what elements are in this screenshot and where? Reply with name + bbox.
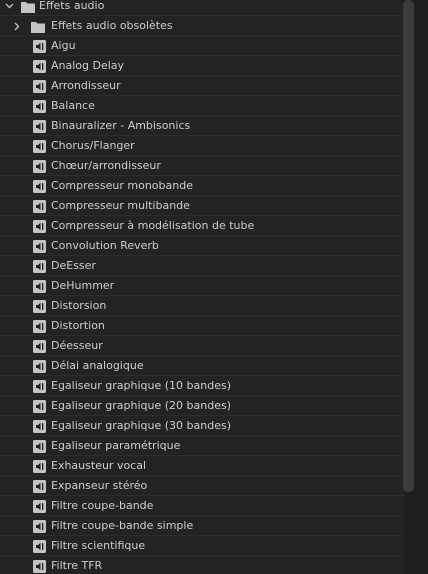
scrollbar-thumb[interactable] (403, 0, 414, 492)
audio-effect-icon (33, 320, 46, 333)
effect-label: Egaliseur graphique (20 bandes) (51, 399, 232, 412)
effect-list-item[interactable]: DeHummer (0, 276, 404, 296)
effect-list-item[interactable]: Filtre coupe-bande (0, 496, 404, 516)
effect-list-item[interactable]: Egaliseur graphique (30 bandes) (0, 416, 404, 436)
audio-effect-icon (33, 400, 46, 413)
effect-list-item[interactable]: Filtre coupe-bande simple (0, 516, 404, 536)
effect-list-item[interactable]: Chœur/arrondisseur (0, 156, 404, 176)
audio-effect-icon (33, 540, 46, 553)
audio-effect-icon (33, 60, 46, 73)
audio-effect-icon (33, 240, 46, 253)
audio-effect-icon (33, 460, 46, 473)
effect-list-item[interactable]: Binauralizer - Ambisonics (0, 116, 404, 136)
effect-label: Convolution Reverb (51, 239, 159, 252)
audio-effect-icon (33, 180, 46, 193)
effect-label: Binauralizer - Ambisonics (51, 119, 191, 132)
audio-effect-icon (33, 220, 46, 233)
audio-effect-icon (33, 80, 46, 93)
effect-label: Aigu (51, 39, 76, 52)
effect-list-item[interactable]: Egaliseur graphique (10 bandes) (0, 376, 404, 396)
audio-effect-icon (33, 300, 46, 313)
effect-label: Filtre coupe-bande (51, 499, 154, 512)
audio-effect-icon (33, 420, 46, 433)
effect-list-item[interactable]: Arrondisseur (0, 76, 404, 96)
effect-label: Chorus/Flanger (51, 139, 135, 152)
tree-folder-effets-audio[interactable]: Effets audio (0, 0, 404, 16)
effect-list-item[interactable]: DeEsser (0, 256, 404, 276)
effect-label: Expanseur stéréo (51, 479, 148, 492)
audio-effect-icon (33, 260, 46, 273)
tree-folder-effets-audio-obsoletes[interactable]: Effets audio obsolètes (0, 16, 404, 36)
effect-list-item[interactable]: Compresseur à modélisation de tube (0, 216, 404, 236)
folder-icon (31, 20, 45, 33)
effect-label: Filtre scientifique (51, 539, 146, 552)
audio-effect-icon (33, 500, 46, 513)
effect-list-item[interactable]: Distortion (0, 316, 404, 336)
effects-panel: Effets audio Effets audio obsolètes Aigu… (0, 0, 428, 574)
effect-label: Distorsion (51, 299, 107, 312)
audio-effect-icon (33, 520, 46, 533)
effect-label: Déesseur (51, 339, 103, 352)
effect-list-item[interactable]: Déesseur (0, 336, 404, 356)
chevron-down-icon[interactable] (4, 0, 14, 16)
effect-list-item[interactable]: Aigu (0, 36, 404, 56)
audio-effect-icon (33, 560, 46, 573)
chevron-right-icon[interactable] (12, 16, 22, 36)
effect-label: Filtre coupe-bande simple (51, 519, 194, 532)
audio-effect-icon (33, 100, 46, 113)
effect-list-item[interactable]: Expanseur stéréo (0, 476, 404, 496)
audio-effect-icon (33, 440, 46, 453)
effect-list: Aigu Analog Delay Arrondisseur Balance Binau… (0, 36, 404, 574)
audio-effect-icon (33, 380, 46, 393)
effect-label: Arrondisseur (51, 79, 121, 92)
effect-label: Distortion (51, 319, 105, 332)
effect-label: Egaliseur paramétrique (51, 439, 181, 452)
audio-effect-icon (33, 200, 46, 213)
effect-label: Compresseur à modélisation de tube (51, 219, 255, 232)
effect-list-item[interactable]: Délai analogique (0, 356, 404, 376)
audio-effect-icon (33, 40, 46, 53)
audio-effect-icon (33, 480, 46, 493)
effect-label: DeEsser (51, 259, 96, 272)
effect-list-item[interactable]: Filtre scientifique (0, 536, 404, 556)
tree-folder-label: Effets audio obsolètes (51, 19, 173, 32)
effect-label: Egaliseur graphique (10 bandes) (51, 379, 232, 392)
folder-icon (21, 0, 35, 13)
audio-effect-icon (33, 140, 46, 153)
effect-label: Balance (51, 99, 95, 112)
audio-effect-icon (33, 280, 46, 293)
effect-label: Chœur/arrondisseur (51, 159, 161, 172)
audio-effect-icon (33, 340, 46, 353)
effect-list-item[interactable]: Filtre TFR (0, 556, 404, 574)
audio-effect-icon (33, 120, 46, 133)
effect-list-item[interactable]: Balance (0, 96, 404, 116)
effect-label: DeHummer (51, 279, 115, 292)
effect-list-item[interactable]: Egaliseur paramétrique (0, 436, 404, 456)
effect-list-item[interactable]: Compresseur multibande (0, 196, 404, 216)
effect-list-item[interactable]: Exhausteur vocal (0, 456, 404, 476)
effect-label: Filtre TFR (51, 559, 103, 572)
audio-effect-icon (33, 160, 46, 173)
audio-effect-icon (33, 360, 46, 373)
effects-tree: Effets audio Effets audio obsolètes Aigu… (0, 0, 404, 574)
effect-label: Compresseur multibande (51, 199, 190, 212)
effect-label: Analog Delay (51, 59, 125, 72)
effect-list-item[interactable]: Convolution Reverb (0, 236, 404, 256)
effect-list-item[interactable]: Chorus/Flanger (0, 136, 404, 156)
effect-label: Exhausteur vocal (51, 459, 147, 472)
effect-list-item[interactable]: Egaliseur graphique (20 bandes) (0, 396, 404, 416)
effect-label: Egaliseur graphique (30 bandes) (51, 419, 232, 432)
effect-list-item[interactable]: Analog Delay (0, 56, 404, 76)
effect-label: Délai analogique (51, 359, 144, 372)
effect-list-item[interactable]: Distorsion (0, 296, 404, 316)
effect-label: Compresseur monobande (51, 179, 193, 192)
tree-folder-label: Effets audio (39, 0, 105, 12)
effect-list-item[interactable]: Compresseur monobande (0, 176, 404, 196)
